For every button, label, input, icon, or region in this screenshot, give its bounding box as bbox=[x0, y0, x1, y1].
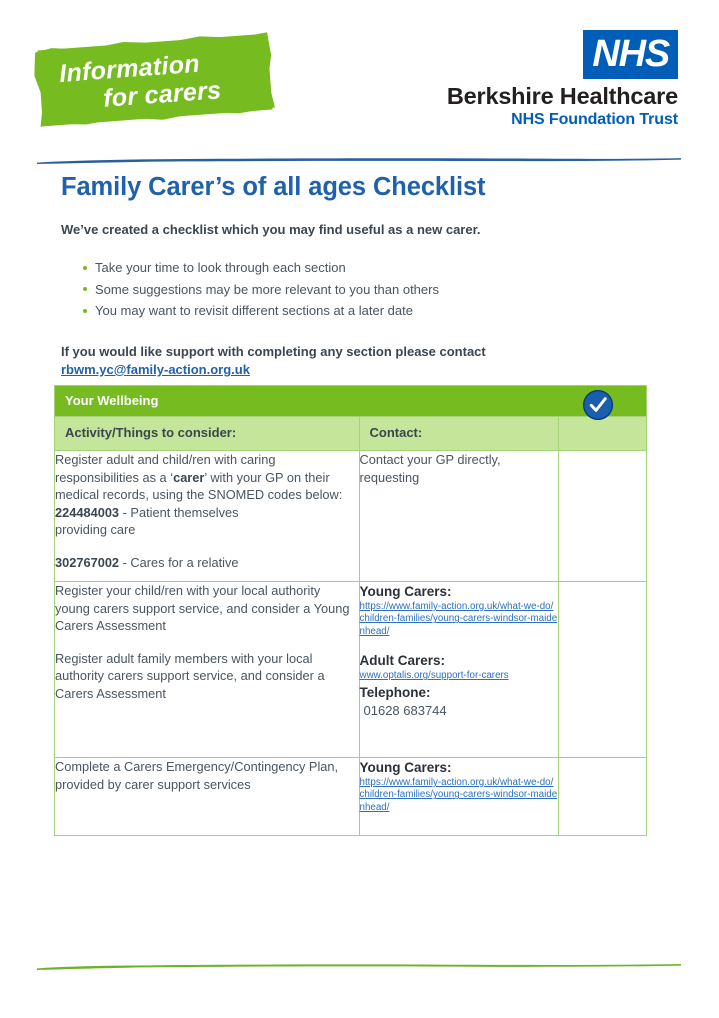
snomed-code-1: 224484003 bbox=[55, 504, 120, 520]
nhs-trust-name: Berkshire Healthcare bbox=[446, 83, 678, 109]
row-1-activity-line-4: codes below: bbox=[267, 487, 343, 502]
list-item: Take your time to look through each sect… bbox=[61, 257, 581, 279]
green-footer-rule bbox=[37, 964, 681, 970]
row-1-activity-line-2-post: ’ with your GP on bbox=[204, 469, 302, 485]
row-2-tick-cell[interactable] bbox=[557, 581, 648, 758]
row-2-activity-paragraph-1: Register your child/ren with your local … bbox=[55, 583, 350, 633]
list-item: Some suggestions may be more relevant to… bbox=[61, 279, 581, 301]
row-2-activity-cell: Register your child/ren with your local … bbox=[54, 581, 360, 758]
row-1-contact-cell: Contact your GP directly, requesting bbox=[358, 450, 559, 582]
row-1-contact-text: Contact your GP directly, requesting bbox=[359, 452, 501, 485]
support-contact-text: If you would like support with completin… bbox=[61, 344, 486, 359]
table-section-header-row: Your Wellbeing bbox=[54, 385, 647, 420]
brandmark-line-2: for carers bbox=[102, 76, 223, 113]
row-1-activity-cell: Register adult and child/ren with caring… bbox=[54, 450, 360, 582]
section-title: Your Wellbeing bbox=[65, 393, 159, 408]
column-header-activity: Activity/Things to consider: bbox=[54, 416, 360, 451]
row-3-activity-cell: Complete a Carers Emergency/Contingency … bbox=[54, 757, 360, 836]
young-carers-url-link[interactable]: https://www.family-action.org.uk/what-we… bbox=[360, 777, 558, 814]
column-header-tick bbox=[557, 416, 648, 451]
page-header: Information for carers NHS Berkshire Hea… bbox=[0, 0, 719, 150]
table-row: Register your child/ren with your local … bbox=[54, 581, 648, 758]
row-1-activity-carer-emphasis: carer bbox=[173, 469, 205, 485]
intro-bullet-list: Take your time to look through each sect… bbox=[61, 257, 581, 322]
check-circle-icon[interactable] bbox=[583, 390, 613, 420]
table-row: Complete a Carers Emergency/Contingency … bbox=[54, 757, 648, 836]
blue-divider-rule bbox=[37, 158, 681, 164]
snomed-code-2-desc: - Cares for a relative bbox=[119, 554, 239, 570]
telephone-label: Telephone: bbox=[359, 684, 431, 700]
support-email-link[interactable]: rbwm.yc@family-action.org.uk bbox=[61, 362, 250, 377]
row-2-activity-paragraph-2: Register adult family members with your … bbox=[55, 650, 325, 701]
column-header-contact: Contact: bbox=[358, 416, 559, 451]
wellbeing-checklist-table: Your Wellbeing Activity/Things to consid… bbox=[54, 385, 648, 836]
intro-lead: We’ve created a checklist which you may … bbox=[61, 222, 481, 237]
information-for-carers-logo: Information for carers bbox=[37, 33, 273, 127]
snomed-code-1-desc-cont: providing care bbox=[55, 522, 136, 537]
row-1-activity-line-1: Register adult and child/ren with caring bbox=[55, 452, 276, 467]
nhs-logo-block: NHS Berkshire Healthcare NHS Foundation … bbox=[447, 30, 678, 129]
row-3-tick-cell[interactable] bbox=[557, 757, 648, 836]
row-3-activity-paragraph-1: Complete a Carers Emergency/Contingency … bbox=[55, 759, 339, 792]
young-carers-url-link[interactable]: https://www.family-action.org.uk/what-we… bbox=[360, 601, 558, 638]
young-carers-label: Young Carers: bbox=[359, 760, 452, 775]
support-contact-note: If you would like support with completin… bbox=[61, 343, 621, 379]
snomed-code-2: 302767002 bbox=[55, 554, 120, 570]
nhs-trust-subtitle: NHS Foundation Trust bbox=[511, 110, 678, 128]
table-row: Register adult and child/ren with caring… bbox=[54, 450, 648, 582]
row-3-contact-cell: Young Carers: https://www.family-action.… bbox=[358, 757, 559, 836]
row-2-contact-cell: Young Carers: https://www.family-action.… bbox=[358, 581, 559, 758]
adult-carers-label: Adult Carers: bbox=[359, 653, 446, 669]
nhs-logo: NHS bbox=[583, 30, 678, 79]
section-header-cell: Your Wellbeing bbox=[54, 385, 647, 420]
row-1-tick-cell[interactable] bbox=[557, 450, 648, 582]
telephone-number: 01628 683744 bbox=[363, 702, 447, 718]
table-column-header-row: Activity/Things to consider: Contact: bbox=[54, 416, 648, 451]
brandmark-text: Information for carers bbox=[38, 34, 273, 127]
list-item: You may want to revisit different sectio… bbox=[61, 300, 581, 322]
young-carers-label: Young Carers: bbox=[359, 584, 452, 599]
row-1-activity-line-2-pre: responsibilities as a ‘ bbox=[55, 469, 174, 485]
adult-carers-url-link[interactable]: www.optalis.org/support-for-carers bbox=[360, 670, 558, 682]
snomed-code-1-desc: - Patient themselves bbox=[119, 504, 239, 520]
page-title: Family Carer’s of all ages Checklist bbox=[61, 173, 486, 201]
